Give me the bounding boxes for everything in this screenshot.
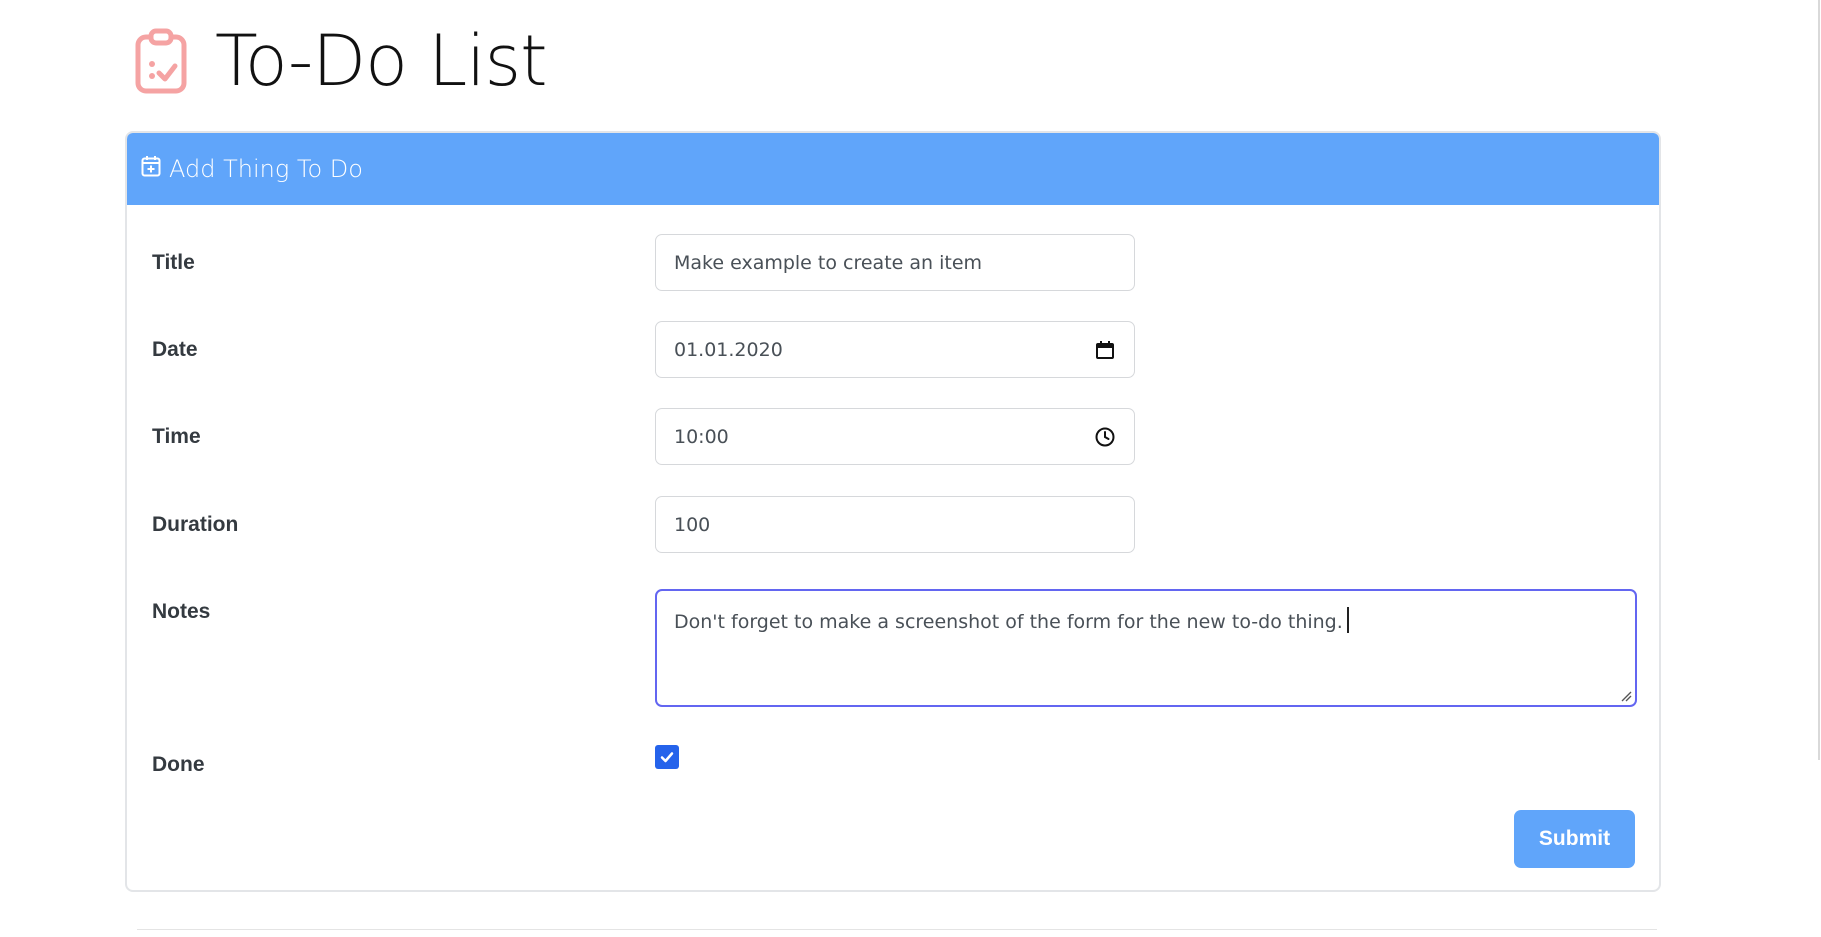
time-input[interactable]: 10:00 xyxy=(655,408,1135,465)
duration-input-value: 100 xyxy=(674,513,711,536)
resize-handle-icon[interactable] xyxy=(1620,690,1632,702)
form-header: Add Thing To Do xyxy=(127,133,1659,205)
page-title: To-Do List xyxy=(215,20,548,102)
date-label: Date xyxy=(152,338,198,361)
duration-label: Duration xyxy=(152,513,239,536)
app-header: To-Do List xyxy=(135,20,548,102)
title-input[interactable]: Make example to create an item xyxy=(655,234,1135,291)
form-title: Add Thing To Do xyxy=(169,155,363,183)
time-label: Time xyxy=(152,425,201,448)
clock-icon[interactable] xyxy=(1094,426,1116,448)
submit-button[interactable]: Submit xyxy=(1514,810,1635,868)
scrollbar[interactable] xyxy=(1818,0,1820,760)
done-label: Done xyxy=(152,753,205,776)
calendar-icon[interactable] xyxy=(1094,339,1116,361)
checkmark-icon xyxy=(660,752,674,763)
page: To-Do List Add Thing To Do Title Make ex… xyxy=(0,0,1821,937)
notes-textarea[interactable]: Don't forget to make a screenshot of the… xyxy=(655,589,1637,707)
date-input[interactable]: 01.01.2020 xyxy=(655,321,1135,378)
title-label: Title xyxy=(152,251,195,274)
duration-input[interactable]: 100 xyxy=(655,496,1135,553)
clipboard-check-icon xyxy=(135,28,187,94)
done-checkbox[interactable] xyxy=(655,745,679,769)
add-todo-form: Add Thing To Do Title Make example to cr… xyxy=(125,131,1661,892)
date-input-value: 01.01.2020 xyxy=(674,338,783,361)
notes-label: Notes xyxy=(152,600,211,623)
notes-textarea-value: Don't forget to make a screenshot of the… xyxy=(674,611,1343,633)
footer-divider xyxy=(137,929,1657,930)
text-caret xyxy=(1346,607,1349,633)
time-input-value: 10:00 xyxy=(674,425,729,448)
calendar-plus-icon xyxy=(141,156,161,177)
title-input-value: Make example to create an item xyxy=(674,251,983,274)
